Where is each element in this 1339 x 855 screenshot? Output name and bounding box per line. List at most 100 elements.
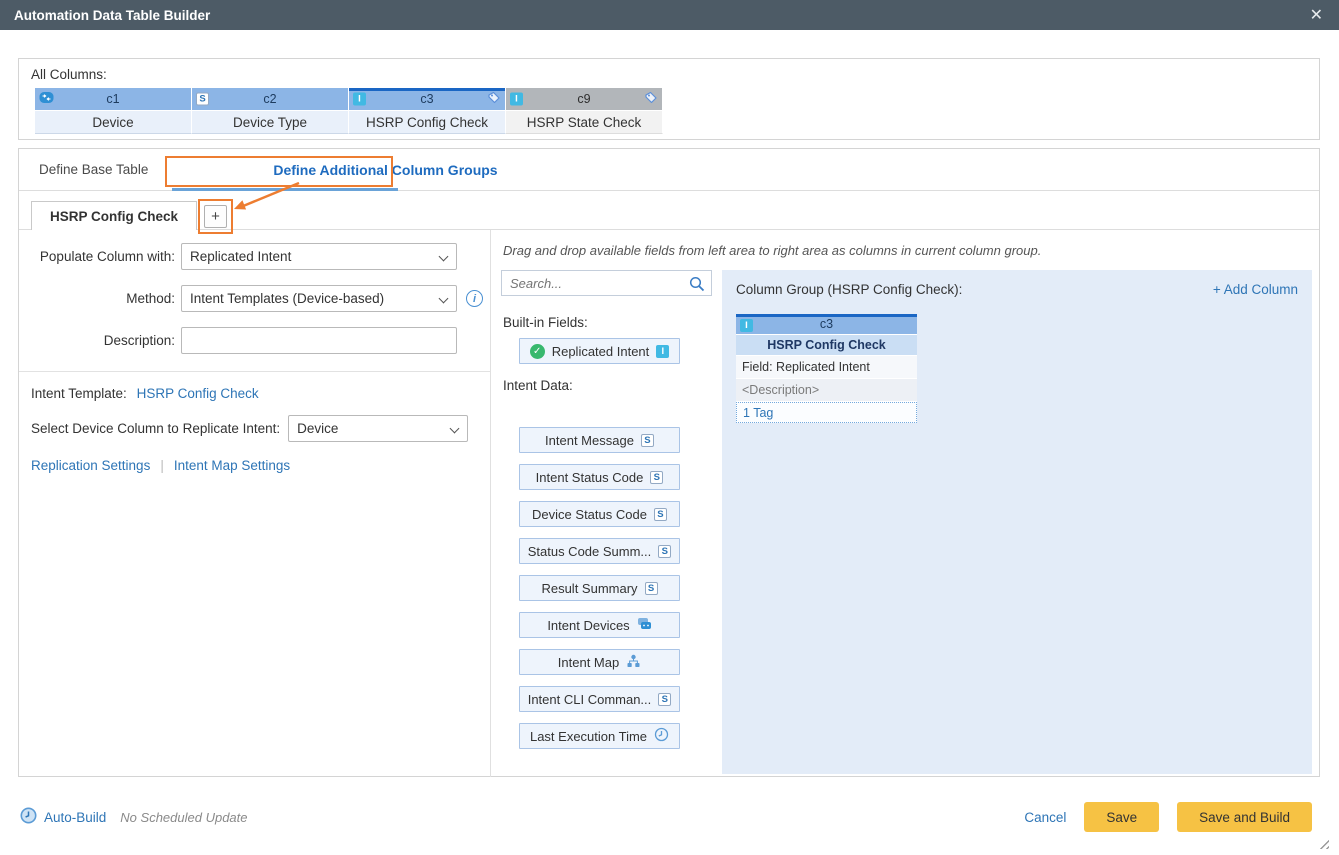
tag-icon: [487, 91, 501, 108]
column-group-drop-area: Column Group (HSRP Config Check): + Add …: [722, 270, 1312, 774]
cancel-link[interactable]: Cancel: [1024, 810, 1066, 825]
save-and-build-button[interactable]: Save and Build: [1177, 802, 1312, 832]
add-column-group-button[interactable]: +: [204, 205, 227, 228]
column-header-c2[interactable]: S c2: [192, 88, 349, 110]
field-chip-last-execution-time[interactable]: Last Execution Time: [519, 723, 680, 749]
string-icon: S: [654, 508, 667, 521]
string-icon: S: [196, 93, 209, 106]
device-column-select[interactable]: Device: [288, 415, 468, 442]
intent-icon: I: [656, 345, 669, 358]
column-name-hsrp-config-check[interactable]: HSRP Config Check: [349, 110, 506, 134]
chevron-down-icon: [439, 252, 449, 262]
column-name-device-type[interactable]: Device Type: [192, 110, 349, 134]
field-chip-device-status-code[interactable]: Device Status Code S: [519, 501, 680, 527]
method-value: Intent Templates (Device-based): [190, 291, 384, 306]
intent-data-field-list: Intent Message S Intent Status Code S De…: [501, 427, 722, 749]
search-input[interactable]: [502, 276, 682, 291]
tab-define-base-table[interactable]: Define Base Table: [39, 162, 148, 177]
string-icon: S: [641, 434, 654, 447]
all-columns-table: c1 S c2 I c3 I c9 Device: [35, 88, 664, 134]
intent-map-settings-link[interactable]: Intent Map Settings: [174, 458, 290, 473]
intent-template-label: Intent Template:: [31, 386, 127, 401]
field-chip-label: Intent Message: [545, 433, 634, 448]
available-fields-column: Built-in Fields: ✓ Replicated Intent I I…: [501, 270, 722, 777]
column-id: c9: [577, 92, 590, 106]
field-chip-label: Status Code Summ...: [528, 544, 652, 559]
field-chip-label: Replicated Intent: [552, 344, 650, 359]
all-columns-label: All Columns:: [31, 67, 1319, 82]
intent-template-row: Intent Template: HSRP Config Check: [31, 386, 490, 401]
footer-actions: Cancel Save Save and Build: [1024, 802, 1312, 832]
column-name-device[interactable]: Device: [35, 110, 192, 134]
field-chip-intent-message[interactable]: Intent Message S: [519, 427, 680, 453]
clock-icon: [654, 727, 669, 745]
builder-main-panel: Define Base Table Define Additional Colu…: [18, 148, 1320, 777]
replication-settings-link[interactable]: Replication Settings: [31, 458, 150, 473]
column-header-c1[interactable]: c1: [35, 88, 192, 110]
populate-column-value: Replicated Intent: [190, 249, 291, 264]
column-group-tab-hsrp-config-check[interactable]: HSRP Config Check: [31, 201, 197, 230]
column-id: c3: [420, 92, 433, 106]
field-chip-label: Intent CLI Comman...: [528, 692, 652, 707]
field-chip-status-code-summary[interactable]: Status Code Summ... S: [519, 538, 680, 564]
field-chip-intent-cli-commands[interactable]: Intent CLI Comman... S: [519, 686, 680, 712]
column-header-c9[interactable]: I c9: [506, 88, 663, 110]
auto-build-link[interactable]: Auto-Build: [44, 810, 106, 825]
description-row: Description:: [19, 327, 490, 354]
description-input[interactable]: [181, 327, 457, 354]
column-card-tag-link[interactable]: 1 Tag: [736, 402, 917, 423]
field-chip-intent-devices[interactable]: Intent Devices: [519, 612, 680, 638]
intent-template-link[interactable]: HSRP Config Check: [137, 386, 259, 401]
populate-column-label: Populate Column with:: [19, 249, 181, 264]
populate-column-row: Populate Column with: Replicated Intent: [19, 243, 490, 270]
column-id: c2: [263, 92, 276, 106]
resize-handle[interactable]: [1317, 837, 1329, 849]
field-chip-replicated-intent[interactable]: ✓ Replicated Intent I: [519, 338, 680, 364]
column-card-id: c3: [820, 317, 833, 331]
column-group-header: Column Group (HSRP Config Check): + Add …: [722, 270, 1312, 297]
string-icon: S: [658, 693, 671, 706]
field-chip-label: Last Execution Time: [530, 729, 647, 744]
dialog-footer: Auto-Build No Scheduled Update Cancel Sa…: [0, 777, 1339, 855]
column-name-hsrp-state-check[interactable]: HSRP State Check: [506, 110, 663, 134]
field-chip-intent-map[interactable]: Intent Map: [519, 649, 680, 675]
field-search: [501, 270, 712, 296]
content-panes: Populate Column with: Replicated Intent …: [19, 229, 1319, 777]
fields-columns-body: Built-in Fields: ✓ Replicated Intent I I…: [501, 270, 1319, 777]
info-icon[interactable]: i: [466, 290, 483, 307]
field-chip-label: Device Status Code: [532, 507, 647, 522]
populate-column-select[interactable]: Replicated Intent: [181, 243, 457, 270]
all-columns-header-row: c1 S c2 I c3 I c9: [35, 88, 664, 110]
tabstrip: Define Base Table Define Additional Colu…: [19, 149, 1319, 191]
column-card-description: <Description>: [736, 379, 917, 402]
chevron-down-icon: [439, 294, 449, 304]
method-label: Method:: [19, 291, 181, 306]
device-column-label: Select Device Column to Replicate Intent…: [31, 421, 288, 436]
save-button[interactable]: Save: [1084, 802, 1159, 832]
tab-define-additional-column-groups[interactable]: Define Additional Column Groups: [273, 162, 497, 178]
column-group-settings-pane: Populate Column with: Replicated Intent …: [19, 230, 491, 777]
auto-build-group: Auto-Build No Scheduled Update: [20, 807, 248, 827]
section-divider: [19, 371, 490, 372]
tag-icon: [644, 91, 658, 108]
string-icon: S: [645, 582, 658, 595]
intent-data-label: Intent Data:: [503, 378, 722, 393]
column-card-field: Field: Replicated Intent: [736, 356, 917, 379]
all-columns-section: All Columns: c1 S c2 I c3 I c: [18, 58, 1320, 140]
fields-and-columns-pane: Drag and drop available fields from left…: [491, 230, 1319, 777]
search-icon[interactable]: [689, 276, 705, 295]
all-columns-name-row: Device Device Type HSRP Config Check HSR…: [35, 110, 664, 134]
column-group-title: Column Group (HSRP Config Check):: [736, 282, 962, 297]
method-select[interactable]: Intent Templates (Device-based): [181, 285, 457, 312]
string-icon: S: [650, 471, 663, 484]
close-icon[interactable]: ✕: [1306, 5, 1327, 25]
field-chip-result-summary[interactable]: Result Summary S: [519, 575, 680, 601]
check-icon: ✓: [530, 344, 545, 359]
column-header-c3[interactable]: I c3: [349, 88, 506, 110]
add-column-link[interactable]: + Add Column: [1213, 282, 1298, 297]
field-chip-label: Result Summary: [541, 581, 637, 596]
device-column-value: Device: [297, 421, 338, 436]
column-card-c3[interactable]: I c3 HSRP Config Check Field: Replicated…: [736, 314, 917, 423]
description-label: Description:: [19, 333, 181, 348]
field-chip-intent-status-code[interactable]: Intent Status Code S: [519, 464, 680, 490]
